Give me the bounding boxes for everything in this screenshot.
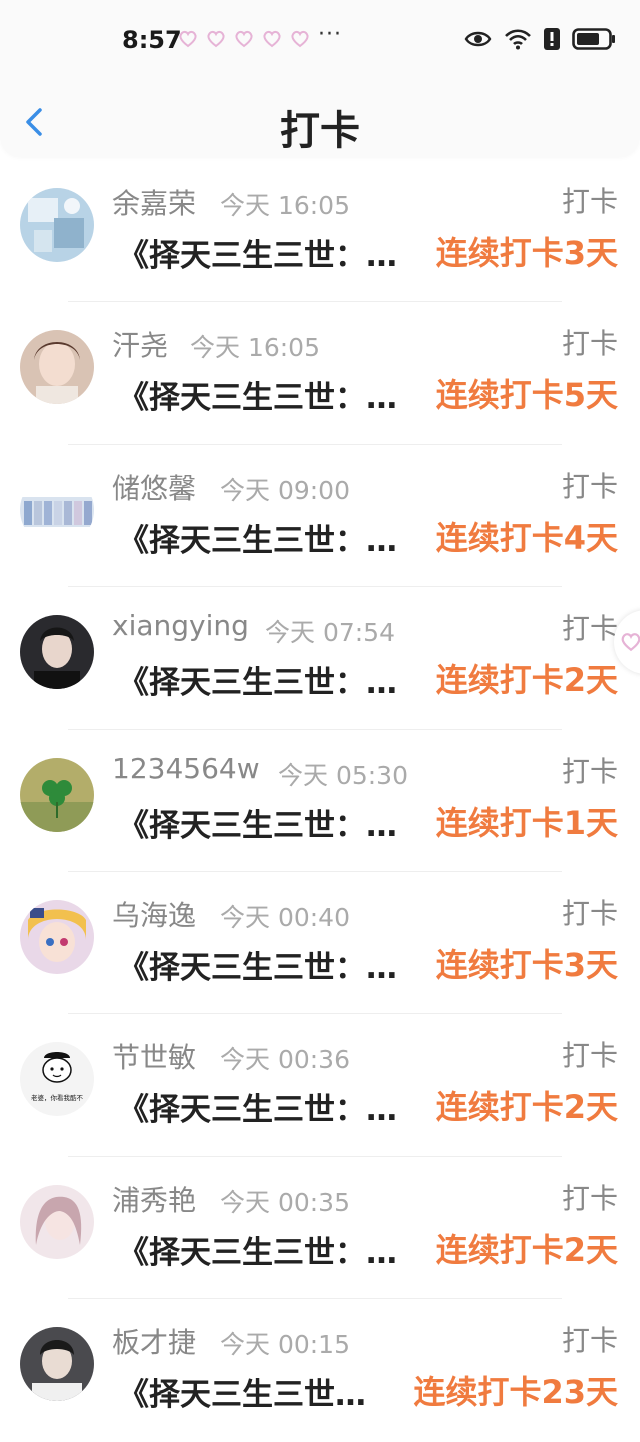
checkin-row[interactable]: 浦秀艳 今天 00:35 打卡 《择天三生三世：… 连续打卡2天 (0, 1157, 640, 1300)
heart-icon (621, 633, 640, 652)
checkin-time: 今天 00:15 (220, 1330, 350, 1360)
user-name: 乌海逸 (112, 898, 197, 932)
page-title: 打卡 (280, 108, 360, 154)
avatar-caption: 老婆，你看我酷不 (31, 1093, 84, 1102)
checkin-row[interactable]: 乌海逸 今天 00:40 打卡 《择天三生三世：… 连续打卡3天 (0, 872, 640, 1015)
checkin-time: 今天 05:30 (278, 760, 408, 790)
user-avatar[interactable] (20, 1184, 94, 1259)
user-avatar[interactable] (20, 188, 94, 262)
user-name: xiangying (112, 609, 249, 643)
heart-notification-icon (263, 30, 281, 48)
user-avatar[interactable] (20, 1327, 94, 1402)
heart-notification-icon (179, 30, 197, 48)
book-title: 《择天三生三世：… (118, 1234, 397, 1271)
user-name: 节世敏 (112, 1041, 197, 1075)
heart-notification-icon (291, 30, 309, 48)
user-name: 1234564w (112, 751, 260, 785)
user-avatar[interactable] (20, 472, 94, 547)
streak-label: 连续打卡2天 (435, 1230, 618, 1269)
checkin-time: 今天 09:00 (220, 475, 350, 505)
battery-icon (572, 28, 615, 50)
checkin-time: 今天 00:40 (220, 902, 350, 932)
checkin-time: 今天 00:35 (220, 1187, 350, 1217)
checkin-row[interactable]: 汗尧 今天 16:05 打卡 《择天三生三世：… 连续打卡5天 (0, 302, 640, 446)
user-avatar[interactable] (20, 757, 94, 832)
checkin-tag: 打卡 (561, 896, 618, 930)
checkin-time: 今天 00:36 (220, 1045, 350, 1075)
checkin-row[interactable]: 板才捷 今天 00:15 打卡 《择天三生三世… 连续打卡23天 (0, 1299, 640, 1441)
checkin-tag: 打卡 (561, 1181, 618, 1215)
user-name: 汗尧 (112, 329, 169, 363)
user-avatar[interactable]: 老婆，你看我酷不 (20, 1042, 94, 1117)
heart-notification-icon (207, 30, 225, 48)
status-bar: 8:57 ··· (0, 0, 640, 84)
streak-label: 连续打卡5天 (435, 376, 618, 415)
notification-icons (178, 30, 310, 48)
book-title: 《择天三生三世：… (118, 522, 397, 559)
checkin-tag: 打卡 (561, 1324, 618, 1358)
checkin-tag: 打卡 (561, 469, 618, 503)
checkin-time: 今天 07:54 (265, 618, 395, 648)
streak-label: 连续打卡1天 (435, 803, 618, 842)
checkin-tag: 打卡 (561, 754, 618, 788)
book-title: 《择天三生三世：… (118, 807, 397, 844)
book-title: 《择天三生三世：… (118, 238, 397, 274)
checkin-tag: 打卡 (561, 612, 618, 646)
nav-bar: 打卡 (0, 84, 640, 156)
book-title: 《择天三生三世：… (118, 380, 397, 417)
streak-label: 连续打卡3天 (435, 945, 618, 984)
streak-label: 连续打卡2天 (435, 661, 618, 700)
user-name: 储悠馨 (112, 471, 197, 505)
checkin-row[interactable]: 老婆，你看我酷不 节世敏 今天 00:36 打卡 《择天三生三世：… 连续打卡2… (0, 1014, 640, 1158)
checkin-time: 今天 16:05 (190, 333, 320, 363)
checkin-tag: 打卡 (561, 185, 618, 218)
book-title: 《择天三生三世：… (118, 665, 397, 702)
streak-label: 连续打卡3天 (435, 234, 618, 272)
checkin-tag: 打卡 (561, 1039, 618, 1073)
checkin-tag: 打卡 (561, 327, 618, 361)
more-notifications-icon: ··· (318, 22, 342, 47)
checkin-row[interactable]: 储悠馨 今天 09:00 打卡 《择天三生三世：… 连续打卡4天 (0, 445, 640, 588)
checkin-list: 余嘉荣 今天 16:05 打卡 《择天三生三世：… 连续打卡3天 汗尧 今天 1… (0, 160, 640, 1442)
alert-icon (544, 28, 560, 50)
book-title: 《择天三生三世：… (118, 1092, 397, 1129)
user-name: 板才捷 (112, 1326, 197, 1360)
checkin-time: 今天 16:05 (220, 191, 350, 220)
user-avatar[interactable] (20, 615, 94, 690)
book-title: 《择天三生三世：… (118, 949, 397, 986)
system-icons (464, 28, 616, 50)
streak-label: 连续打卡23天 (413, 1373, 618, 1412)
user-avatar[interactable] (20, 330, 94, 405)
user-name: 余嘉荣 (112, 187, 197, 220)
streak-label: 连续打卡4天 (435, 518, 618, 557)
user-avatar[interactable] (20, 899, 94, 974)
checkin-row[interactable]: 1234564w 今天 05:30 打卡 《择天三生三世：… 连续打卡1天 (0, 730, 640, 873)
heart-notification-icon (235, 30, 253, 48)
eye-icon (464, 31, 492, 47)
status-time: 8:57 (122, 26, 182, 54)
user-name: 浦秀艳 (112, 1183, 197, 1217)
checkin-row[interactable]: xiangying 今天 07:54 打卡 《择天三生三世：… 连续打卡2天 (0, 587, 640, 730)
streak-label: 连续打卡2天 (435, 1088, 618, 1127)
checkin-row[interactable]: 余嘉荣 今天 16:05 打卡 《择天三生三世：… 连续打卡3天 (0, 160, 640, 303)
wifi-icon (505, 29, 531, 50)
book-title: 《择天三生三世… (118, 1377, 366, 1414)
